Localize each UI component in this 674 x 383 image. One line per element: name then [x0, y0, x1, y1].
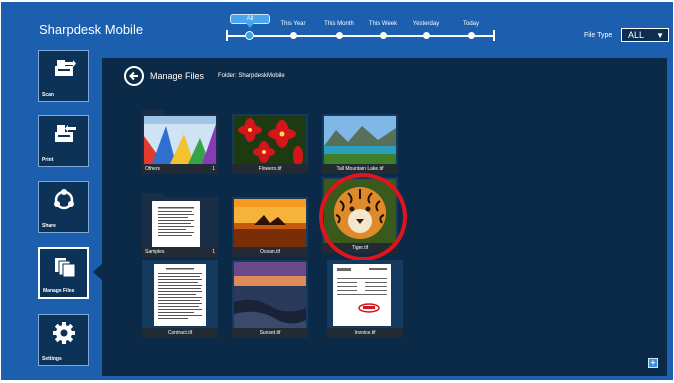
file-thumbnail [144, 262, 216, 328]
timeline-start-cap [226, 30, 228, 41]
file-thumbnail [234, 199, 306, 247]
timeline-label-this-month[interactable]: This Month [324, 21, 354, 27]
file-tile-flowers[interactable]: Flowers.tif [232, 114, 308, 174]
file-tile-contract[interactable]: Contract.tif [142, 260, 218, 338]
timeline-bubble-pointer [246, 23, 254, 28]
back-button[interactable] [124, 66, 144, 86]
file-browser-panel: Manage Files Folder: SharpdeskMobile Oth… [102, 58, 667, 376]
timeline-label-this-week[interactable]: This Week [369, 21, 397, 27]
file-type-select[interactable]: ALL ▼ [621, 28, 669, 42]
sidebar-item-label: Settings [42, 356, 62, 362]
file-thumbnail [324, 116, 396, 164]
share-icon [54, 189, 74, 210]
sidebar-item-share[interactable]: Share [38, 181, 89, 233]
item-name: Ocean.tif [232, 247, 308, 257]
item-count: 1 [212, 166, 215, 172]
file-type-value: ALL [628, 30, 645, 40]
folder-tile-samples[interactable]: Samples 1 [142, 193, 218, 257]
folder-thumbnail [144, 116, 216, 164]
file-tile-ocean[interactable]: Ocean.tif [232, 197, 308, 257]
timeline-stop-today[interactable] [468, 32, 475, 39]
timeline-stop-all[interactable] [245, 31, 254, 40]
item-name: Others [142, 164, 218, 174]
app-window: Sharpdesk Mobile All This Year This Mont… [1, 2, 673, 380]
sidebar-item-label: Scan [42, 92, 54, 98]
timeline-stop-this-week[interactable] [380, 32, 387, 39]
sidebar-item-settings[interactable]: Settings [38, 314, 89, 366]
file-tile-sunset[interactable]: Sunset.tif [232, 260, 308, 338]
timeline-stop-this-month[interactable] [336, 32, 343, 39]
arrow-left-icon [129, 71, 138, 81]
sidebar-item-print[interactable]: Print [38, 115, 89, 167]
timeline-stop-yesterday[interactable] [423, 32, 430, 39]
timeline-label-today[interactable]: Today [463, 21, 479, 27]
print-icon [55, 125, 76, 142]
active-section-pointer [93, 264, 102, 280]
chevron-down-icon: ▼ [656, 31, 664, 40]
page-title: Manage Files [150, 71, 205, 81]
sidebar-item-label: Print [42, 157, 54, 163]
sidebar-item-label: Share [42, 223, 56, 229]
timeline-label-yesterday[interactable]: Yesterday [413, 21, 439, 27]
item-name: Samples [142, 247, 218, 257]
folder-tile-others[interactable]: Others 1 [142, 110, 218, 174]
highlight-ring [319, 173, 407, 261]
file-type-label: File Type [584, 32, 613, 39]
folder-path: Folder: SharpdeskMobile [218, 73, 285, 79]
file-thumbnail [329, 262, 401, 328]
gear-icon [53, 322, 75, 344]
item-count: 1 [212, 249, 215, 255]
manage-files-icon [55, 258, 76, 278]
item-name: Contract.tif [142, 328, 218, 338]
sidebar-item-label: Manage Files [43, 288, 75, 294]
add-button[interactable]: + [648, 358, 658, 368]
item-name: Invoice.tif [327, 328, 403, 338]
timeline-track [227, 35, 495, 37]
item-name: Sunset.tif [232, 328, 308, 338]
sidebar-item-manage-files[interactable]: Manage Files [38, 247, 89, 299]
timeline-stop-this-year[interactable] [290, 32, 297, 39]
item-name: Flowers.tif [232, 164, 308, 174]
file-thumbnail [234, 262, 306, 328]
timeline-end-cap [493, 30, 495, 41]
date-timeline[interactable]: All This Year This Month This Week Yeste… [225, 2, 495, 47]
folder-thumbnail [144, 199, 216, 247]
timeline-label-this-year[interactable]: This Year [280, 21, 305, 27]
scan-icon [55, 60, 76, 76]
file-tile-invoice[interactable]: Invoice.tif [327, 260, 403, 338]
file-thumbnail [234, 116, 306, 164]
app-title: Sharpdesk Mobile [39, 22, 144, 37]
file-tile-tall-mountain-lake[interactable]: Tall Mountain Lake.tif [322, 114, 398, 174]
sidebar-item-scan[interactable]: Scan [38, 50, 89, 102]
